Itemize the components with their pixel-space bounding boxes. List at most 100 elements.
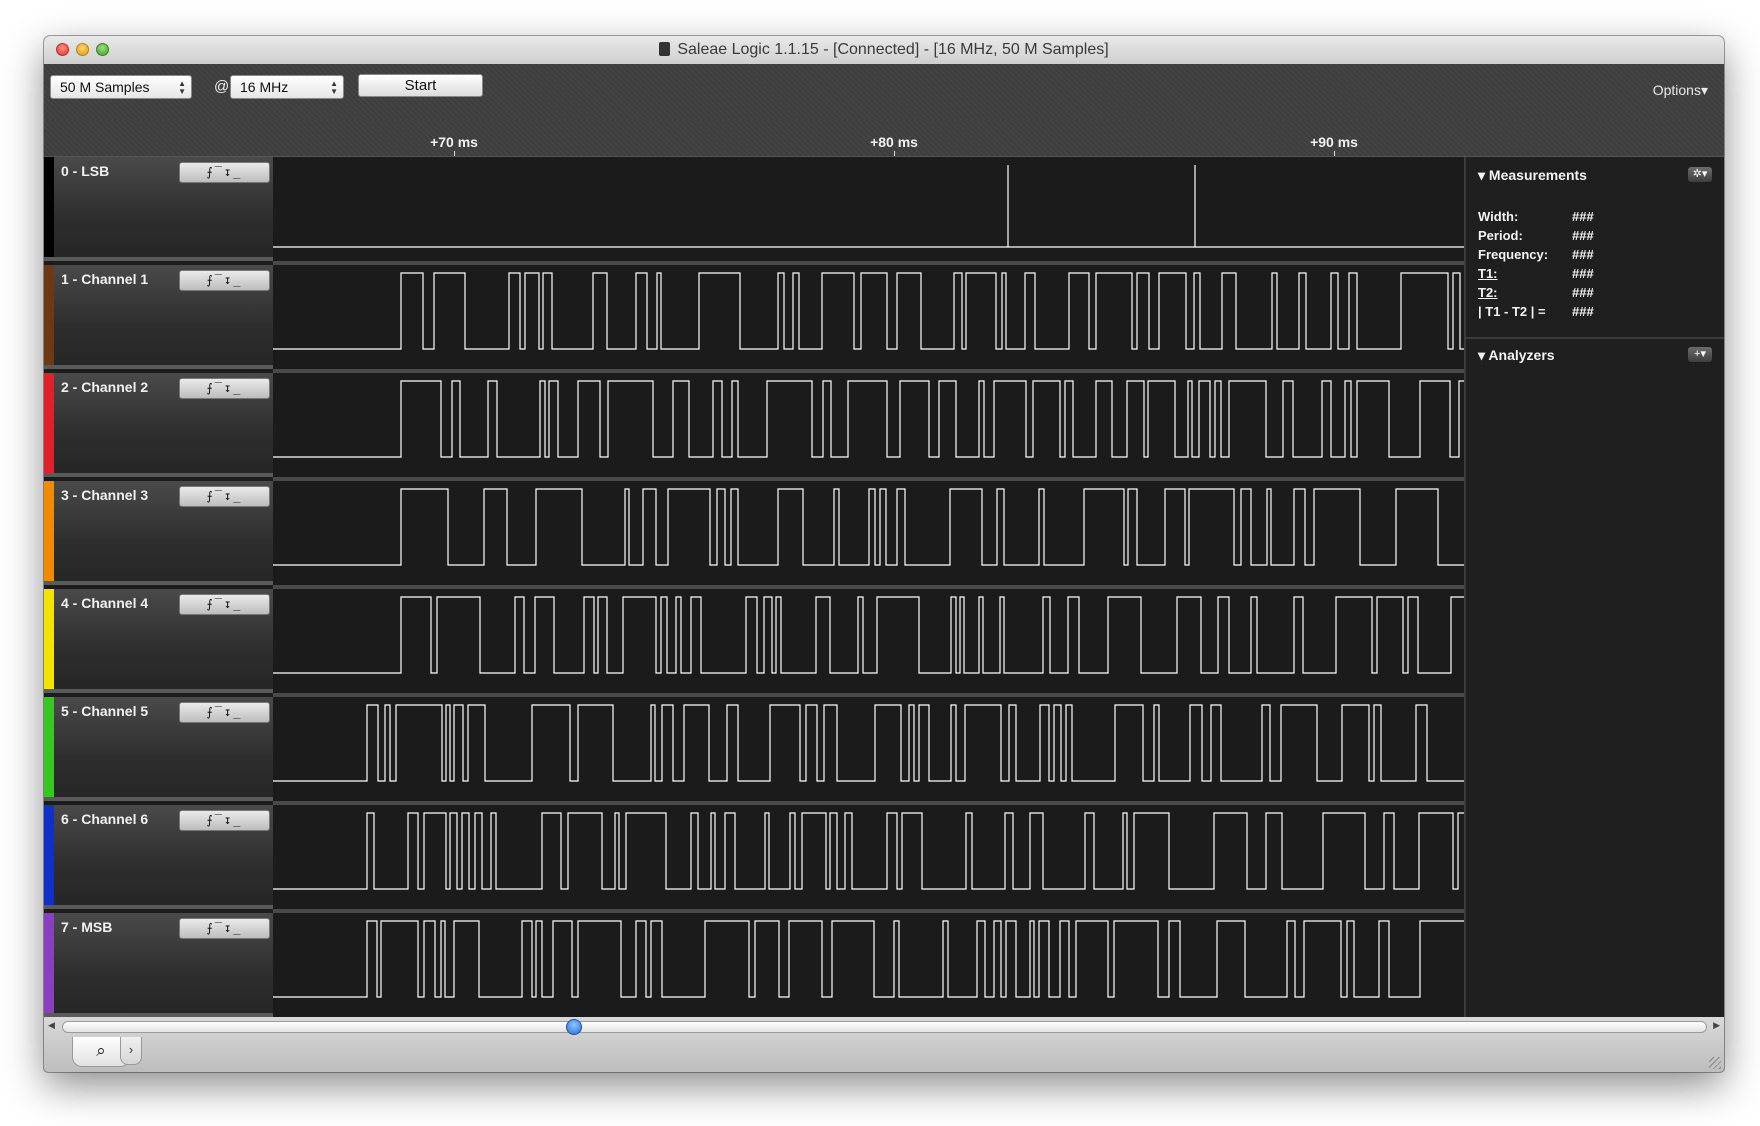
- trigger-buttons[interactable]: ⨍‾↧_: [179, 918, 270, 939]
- channel-trace-4: [273, 596, 1464, 697]
- channel-label: 1 - Channel 1: [61, 271, 149, 287]
- channel-header-3[interactable]: 3 - Channel 3 ⨍‾↧_: [44, 481, 273, 585]
- trigger-buttons[interactable]: ⨍‾↧_: [179, 810, 270, 831]
- channel-header-1[interactable]: 1 - Channel 1 ⨍‾↧_: [44, 265, 273, 369]
- side-panel: ▾ Measurements ✲▾ Width: ### Period: ### F…: [1464, 157, 1724, 1017]
- options-menu-button[interactable]: Options▾: [1653, 82, 1708, 99]
- channel-label: 4 - Channel 4: [61, 595, 149, 611]
- channel-label: 6 - Channel 6: [61, 811, 149, 827]
- channel-header-0[interactable]: 0 - LSB ⨍‾↧_: [44, 157, 273, 261]
- channel-trace-7: [273, 920, 1464, 1021]
- app-window: Saleae Logic 1.1.15 - [Connected] - [16 …: [44, 36, 1724, 1072]
- ruler-tick: +90 ms: [1310, 134, 1358, 156]
- samples-select[interactable]: 50 M Samples ▲ ▼: [50, 75, 192, 99]
- waveform-line: [273, 272, 1464, 350]
- scrollbar-thumb[interactable]: [566, 1019, 582, 1035]
- trigger-buttons[interactable]: ⨍‾↧_: [179, 378, 270, 399]
- row-separator: [273, 585, 1464, 589]
- measurements-header[interactable]: ▾ Measurements: [1478, 167, 1587, 184]
- row-separator: [273, 369, 1464, 373]
- start-button[interactable]: Start: [358, 74, 483, 97]
- time-ruler[interactable]: +70 ms +80 ms +90 ms: [44, 120, 1724, 157]
- waveform-line: [273, 488, 1464, 566]
- channel-color-swatch: [44, 589, 54, 689]
- channel-header-6[interactable]: 6 - Channel 6 ⨍‾↧_: [44, 805, 273, 909]
- row-separator: [273, 261, 1464, 265]
- measurement-row: Period: ###: [1478, 228, 1594, 243]
- window-title-text: Saleae Logic 1.1.15 - [Connected] - [16 …: [677, 41, 1109, 58]
- channel-header-2[interactable]: 2 - Channel 2 ⨍‾↧_: [44, 373, 273, 477]
- measurement-key: T1:: [1478, 266, 1498, 281]
- measurement-key: T2:: [1478, 285, 1498, 300]
- trigger-buttons[interactable]: ⨍‾↧_: [179, 162, 270, 183]
- measurement-row: Frequency: ###: [1478, 247, 1594, 262]
- measurement-key: Period:: [1478, 228, 1523, 243]
- channel-color-swatch: [44, 157, 54, 257]
- add-analyzer-icon[interactable]: +▾: [1688, 347, 1712, 362]
- title-bar: Saleae Logic 1.1.15 - [Connected] - [16 …: [44, 36, 1724, 65]
- channel-label: 5 - Channel 5: [61, 703, 149, 719]
- select-arrows-icon: ▲ ▼: [178, 79, 186, 96]
- channel-header-5[interactable]: 5 - Channel 5 ⨍‾↧_: [44, 697, 273, 801]
- channel-trace-1: [273, 272, 1464, 373]
- channel-color-swatch: [44, 373, 54, 473]
- waveform-canvas[interactable]: [273, 157, 1464, 1021]
- measurements-title: Measurements: [1488, 167, 1587, 183]
- rate-select[interactable]: 16 MHz ▲ ▼: [230, 75, 344, 99]
- measurement-row-t2[interactable]: T2: ###: [1478, 285, 1594, 300]
- measurement-row: Width: ###: [1478, 209, 1594, 224]
- horizontal-scrollbar[interactable]: [62, 1021, 1707, 1033]
- measurement-value: ###: [1572, 209, 1594, 224]
- channel-color-swatch: [44, 265, 54, 365]
- ruler-tick: +70 ms: [430, 134, 478, 156]
- waveform-line: [273, 812, 1464, 890]
- select-arrows-icon: ▲ ▼: [330, 79, 338, 96]
- channel-header-7[interactable]: 7 - MSB ⨍‾↧_: [44, 913, 273, 1017]
- channel-label: 7 - MSB: [61, 919, 113, 935]
- channel-trace-2: [273, 380, 1464, 481]
- app-icon: [659, 42, 671, 56]
- measurement-value: ###: [1572, 247, 1594, 262]
- row-separator: [273, 477, 1464, 481]
- measurement-row-t1[interactable]: T1: ###: [1478, 266, 1594, 281]
- rate-select-value: 16 MHz: [240, 79, 289, 95]
- samples-select-value: 50 M Samples: [60, 79, 150, 95]
- trigger-buttons[interactable]: ⨍‾↧_: [179, 486, 270, 507]
- measurement-value: ###: [1572, 266, 1594, 281]
- channel-label: 0 - LSB: [61, 163, 110, 179]
- row-separator: [273, 693, 1464, 697]
- channel-color-swatch: [44, 481, 54, 581]
- waveform-line: [273, 596, 1464, 674]
- channel-color-swatch: [44, 913, 54, 1013]
- measurement-value: ###: [1572, 285, 1594, 300]
- channel-label: 2 - Channel 2: [61, 379, 149, 395]
- chevron-right-icon[interactable]: ›: [120, 1037, 142, 1065]
- measurement-value: ###: [1572, 304, 1594, 319]
- waveform-line: [273, 165, 1464, 248]
- waveform-area[interactable]: [273, 157, 1464, 1021]
- trigger-buttons[interactable]: ⨍‾↧_: [179, 270, 270, 291]
- scroll-right-icon[interactable]: ▶: [1713, 1020, 1720, 1031]
- ruler-tick: +80 ms: [870, 134, 918, 156]
- channel-trace-6: [273, 812, 1464, 913]
- channel-trace-5: [273, 704, 1464, 805]
- channel-label: 3 - Channel 3: [61, 487, 149, 503]
- trigger-buttons[interactable]: ⨍‾↧_: [179, 702, 270, 723]
- at-symbol: @: [214, 78, 230, 95]
- channel-trace-0: [273, 165, 1464, 265]
- row-separator: [273, 801, 1464, 805]
- panel-divider: [1466, 337, 1724, 339]
- gear-icon[interactable]: ✲▾: [1688, 167, 1712, 182]
- waveform-line: [273, 380, 1464, 458]
- waveform-line: [273, 704, 1464, 782]
- measurement-row: | T1 - T2 | = ###: [1478, 304, 1594, 319]
- channel-header-4[interactable]: 4 - Channel 4 ⨍‾↧_: [44, 589, 273, 693]
- trigger-buttons[interactable]: ⨍‾↧_: [179, 594, 270, 615]
- analyzers-header[interactable]: ▾ Analyzers: [1478, 347, 1555, 364]
- scroll-left-icon[interactable]: ◀: [48, 1020, 55, 1031]
- waveform-line: [273, 920, 1464, 998]
- row-separator: [273, 909, 1464, 913]
- toolbar: 50 M Samples ▲ ▼ @ 16 MHz ▲ ▼ Start Option…: [44, 64, 1724, 120]
- resize-grip-icon[interactable]: [1709, 1057, 1721, 1069]
- bottom-bar: ◀ ▶ ⌕ ›: [44, 1017, 1724, 1072]
